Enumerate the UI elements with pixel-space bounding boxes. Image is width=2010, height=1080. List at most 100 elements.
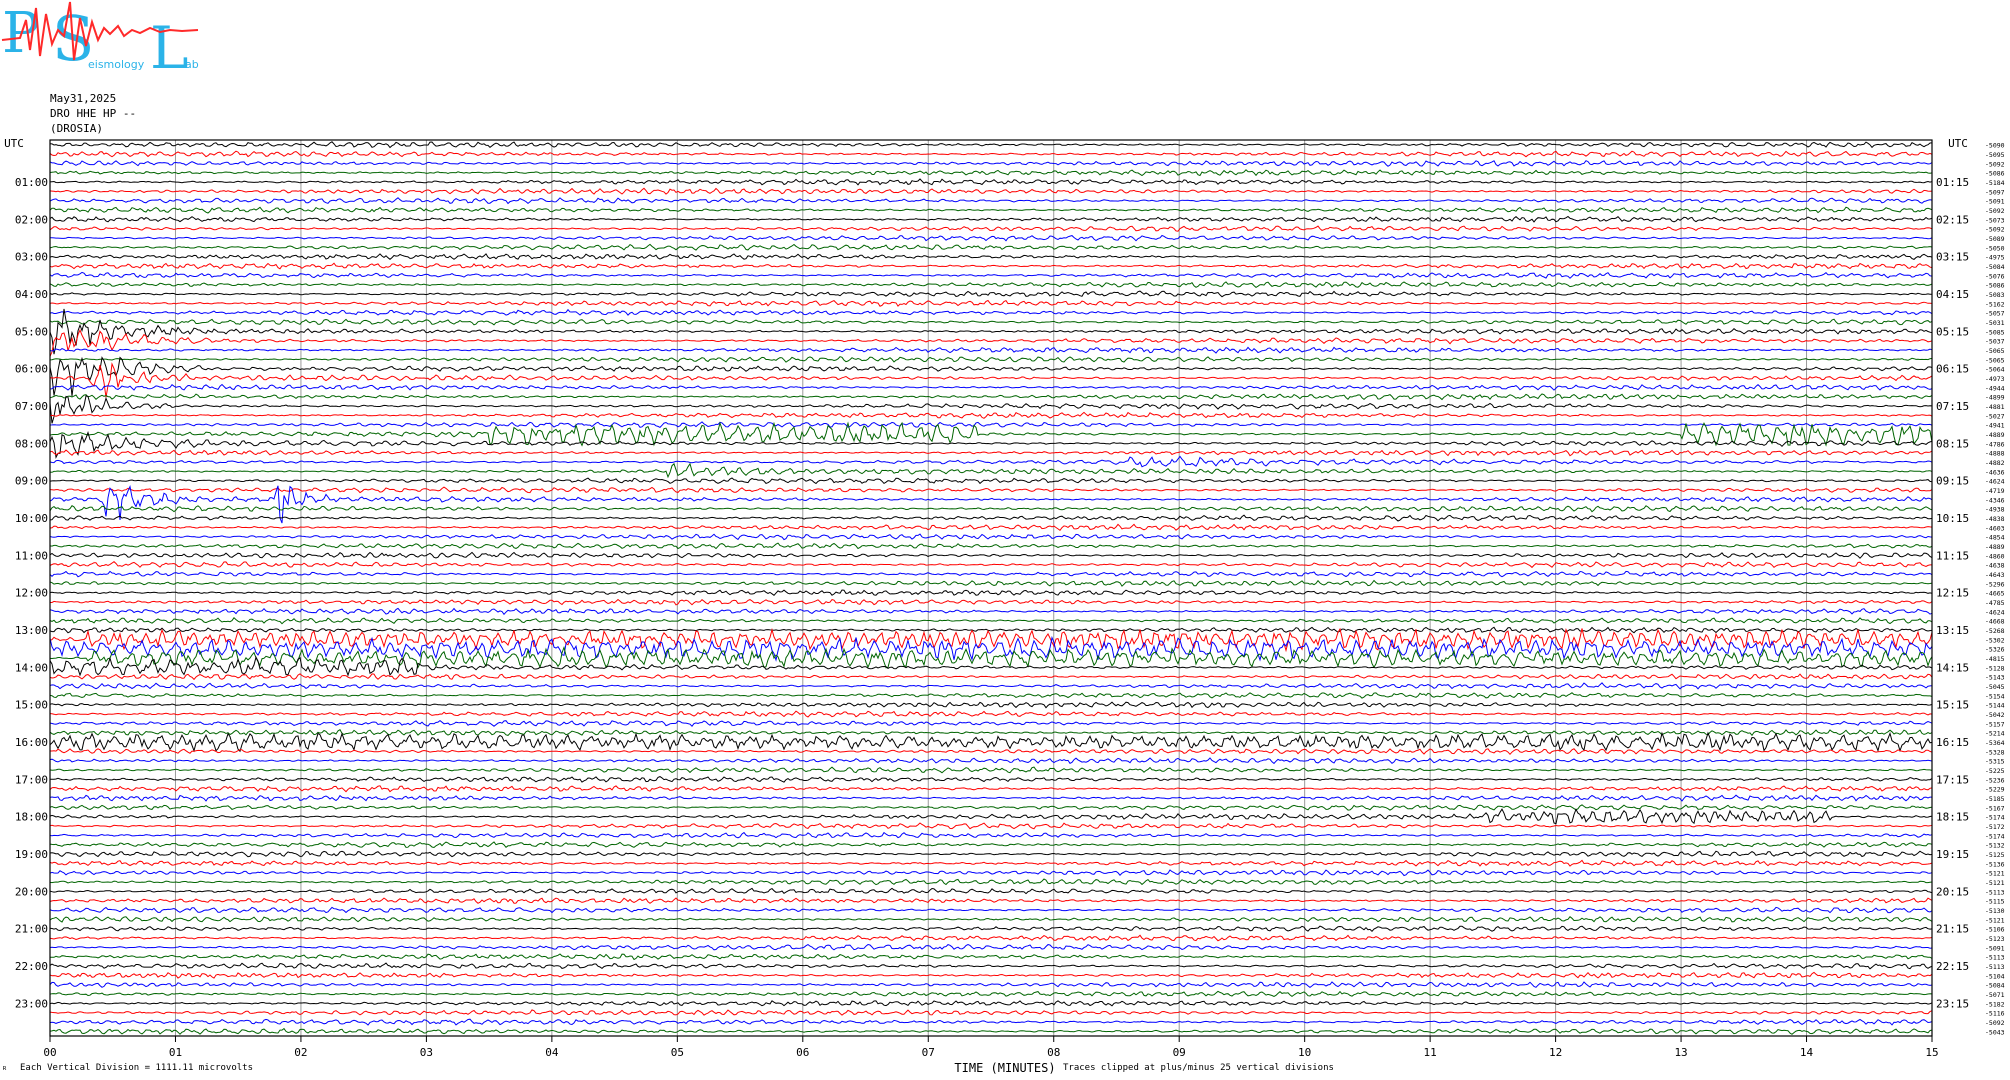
right-hour-label: 06:15	[1936, 363, 1969, 376]
trace-9	[49, 225, 1933, 232]
right-hour-label: 01:15	[1936, 176, 1969, 189]
right-hour-label: 11:15	[1936, 549, 1969, 562]
trace-16	[49, 290, 1932, 298]
x-tick-label: 15	[1925, 1046, 1938, 1059]
trace-19	[49, 318, 1933, 326]
trace-offset-label: -4624	[1985, 608, 2005, 616]
trace-offset-label: -5097	[1985, 188, 2005, 196]
trace-offset-label: -5065	[1985, 356, 2005, 364]
trace-offset-label: -5136	[1985, 860, 2005, 868]
trace-offset-label: -4815	[1985, 655, 2005, 663]
trace-37	[49, 486, 1933, 494]
trace-60	[49, 701, 1933, 709]
right-hour-label: 23:15	[1936, 997, 1969, 1010]
right-hour-label: 21:15	[1936, 923, 1969, 936]
trace-77	[49, 859, 1933, 867]
x-tick-label: 06	[796, 1046, 809, 1059]
trace-offset-label: -5143	[1985, 674, 2005, 682]
trace-offset-label: -5236	[1985, 776, 2005, 784]
trace-offset-label: -4899	[1985, 394, 2005, 402]
trace-26	[49, 383, 1933, 391]
trace-offset-label: -4624	[1985, 478, 2005, 486]
trace-57	[49, 673, 1933, 681]
trace-offset-label: -4889	[1985, 431, 2005, 439]
trace-offset-label: -5090	[1985, 142, 2005, 150]
trace-offset-label: -4889	[1985, 543, 2005, 551]
trace-83	[49, 915, 1933, 923]
right-hour-label: 20:15	[1936, 885, 1969, 898]
trace-76	[49, 850, 1933, 858]
trace-offset-label: -5172	[1985, 823, 2005, 831]
trace-34	[49, 455, 1933, 468]
trace-offset-label: -5085	[1985, 328, 2005, 336]
trace-87	[50, 953, 1933, 961]
trace-offset-label: -5116	[1985, 1010, 2005, 1018]
trace-offset-labels: -5090-5095-5092-5086-5184-5097-5091-5092…	[1985, 142, 2005, 1037]
trace-offset-label: -5091	[1985, 198, 2005, 206]
trace-offset-label: -5084	[1985, 263, 2005, 271]
trace-28	[49, 395, 1933, 424]
trace-offset-label: -5113	[1985, 888, 2005, 896]
trace-offset-label: -5091	[1985, 944, 2005, 952]
trace-offset-label: -5092	[1985, 226, 2005, 234]
trace-offset-label: -5121	[1985, 916, 2005, 924]
right-hour-label: 10:15	[1936, 512, 1969, 525]
x-tick-label: 10	[1298, 1046, 1311, 1059]
right-utc-title: UTC	[1948, 137, 1968, 150]
trace-11	[49, 243, 1933, 251]
seismic-traces	[49, 141, 1933, 1035]
trace-45	[49, 561, 1932, 569]
left-hour-label: 08:00	[15, 437, 48, 450]
left-hour-label: 23:00	[15, 997, 48, 1010]
left-hour-label: 12:00	[15, 587, 48, 600]
trace-13	[49, 262, 1933, 270]
trace-14	[49, 271, 1933, 279]
right-hour-label: 18:15	[1936, 811, 1969, 824]
footer-division-note: Each Vertical Division = 1111.11 microvo…	[20, 1063, 253, 1073]
trace-29	[49, 411, 1933, 419]
x-tick-label: 12	[1549, 1046, 1562, 1059]
helicorder-chart: 01:00 02:00 03:00 04:00 05:00 06:00 07:00 08:00…	[4, 137, 2005, 1075]
right-hour-label: 09:15	[1936, 475, 1969, 488]
trace-8	[49, 215, 1933, 223]
right-hour-label: 12:15	[1936, 587, 1969, 600]
trace-offset-label: -5115	[1985, 898, 2005, 906]
left-hour-label: 15:00	[15, 699, 48, 712]
trace-48	[49, 589, 1933, 596]
trace-43	[49, 542, 1933, 550]
trace-offset-label: -5073	[1985, 216, 2005, 224]
trace-offset-label: -5086	[1985, 282, 2005, 290]
trace-offset-label: -5065	[1985, 347, 2005, 355]
trace-68	[49, 776, 1933, 783]
trace-36	[49, 477, 1933, 485]
trace-56	[49, 655, 1933, 677]
trace-offset-label: -5086	[1985, 170, 2005, 178]
trace-offset-label: -4719	[1985, 487, 2005, 495]
x-tick-label: 09	[1173, 1046, 1186, 1059]
left-hour-labels: 01:00 02:00 03:00 04:00 05:00 06:00 07:00 08:00…	[15, 176, 48, 1010]
right-hour-label: 14:15	[1936, 661, 1969, 674]
trace-27	[49, 393, 1933, 401]
trace-52	[49, 626, 1933, 634]
trace-65	[50, 748, 1933, 756]
trace-33	[49, 449, 1933, 457]
trace-offset-label: -5123	[1985, 935, 2005, 943]
trace-95	[49, 1027, 1933, 1035]
trace-7	[49, 206, 1933, 214]
trace-offset-label: -4668	[1985, 618, 2005, 626]
trace-offset-label: -5174	[1985, 832, 2005, 840]
trace-offset-label: -5182	[1985, 1000, 2005, 1008]
trace-10	[50, 234, 1933, 242]
trace-offset-label: -5121	[1985, 870, 2005, 878]
left-hour-label: 13:00	[15, 624, 48, 637]
trace-offset-label: -5106	[1985, 926, 2005, 934]
trace-67	[49, 766, 1933, 774]
right-hour-label: 15:15	[1936, 699, 1969, 712]
trace-offset-label: -4860	[1985, 552, 2005, 560]
trace-offset-label: -5037	[1985, 338, 2005, 346]
left-hour-label: 22:00	[15, 960, 48, 973]
trace-42	[49, 533, 1933, 541]
trace-59	[49, 692, 1933, 699]
trace-70	[49, 794, 1932, 802]
trace-15	[49, 281, 1933, 289]
